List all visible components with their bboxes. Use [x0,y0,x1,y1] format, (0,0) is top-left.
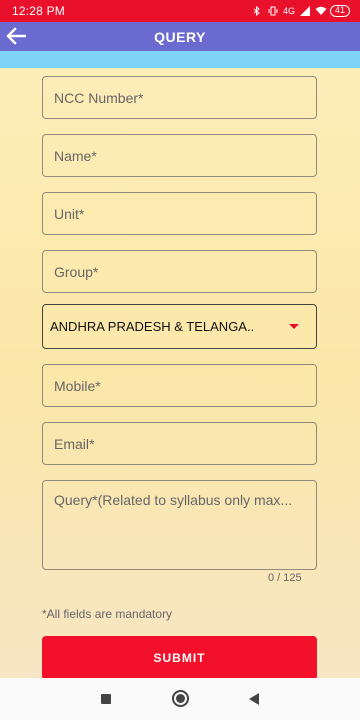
status-icons: 4G 41 [253,5,350,17]
directorate-selected-value: ANDHRA PRADESH & TELANGA.. [50,319,255,334]
signal-icon [299,6,310,16]
name-field[interactable]: Name* [42,134,317,177]
query-char-counter: 0 / 125 [268,572,302,584]
page-title: QUERY [154,28,206,45]
ncc-number-field[interactable]: NCC Number* [42,76,317,119]
arrow-left-icon [6,27,26,45]
recents-icon[interactable] [101,694,111,704]
vibrate-icon [268,6,278,16]
submit-button[interactable]: SUBMIT [42,636,317,680]
query-textarea[interactable]: Query*(Related to syllabus only max... [42,480,317,570]
app-bar: QUERY [0,22,360,51]
back-button[interactable] [4,24,28,48]
status-time: 12:28 PM [12,4,65,18]
network-type-label: 4G [282,6,295,16]
mandatory-note: *All fields are mandatory [42,607,173,621]
query-form: NCC Number* Name* Unit* Group* ANDHRA PR… [0,68,360,680]
battery-indicator: 41 [329,5,350,17]
status-bar: 12:28 PM 4G 41 [0,0,360,22]
unit-field[interactable]: Unit* [42,192,317,235]
wifi-icon [315,6,327,16]
nav-back-icon[interactable] [249,693,259,705]
mobile-field[interactable]: Mobile* [42,364,317,407]
home-icon[interactable] [172,690,189,707]
caret-down-icon [289,324,299,329]
system-nav-bar [0,678,360,720]
directorate-dropdown[interactable]: ANDHRA PRADESH & TELANGA.. [42,304,317,349]
group-field[interactable]: Group* [42,250,317,293]
email-field[interactable]: Email* [42,422,317,465]
accent-strip [0,51,360,68]
bluetooth-icon [253,5,263,17]
